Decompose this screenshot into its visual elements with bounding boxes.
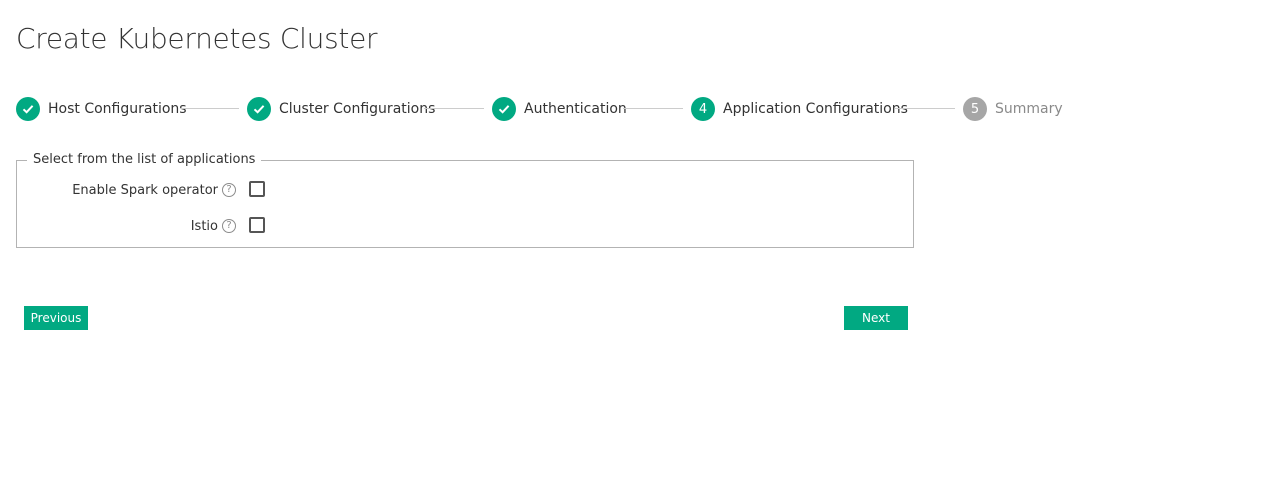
- check-icon: [492, 97, 516, 121]
- step-label: Host Configurations: [48, 101, 187, 117]
- help-icon[interactable]: ?: [222, 183, 236, 197]
- step-connector: [895, 108, 955, 109]
- option-row-istio: Istio ?: [17, 217, 277, 239]
- step-label: Application Configurations: [723, 101, 908, 117]
- step-label: Summary: [995, 101, 1063, 117]
- istio-checkbox[interactable]: [249, 217, 265, 233]
- step-connector: [623, 108, 683, 109]
- option-label: Enable Spark operator: [72, 183, 218, 198]
- step-host-configurations[interactable]: Host Configurations: [16, 96, 187, 122]
- applications-fieldset: Select from the list of applications Ena…: [16, 152, 914, 248]
- step-label: Cluster Configurations: [279, 101, 436, 117]
- step-connector: [180, 108, 239, 109]
- step-number-badge: 5: [963, 97, 987, 121]
- wizard-stepper: Host Configurations Cluster Configuratio…: [16, 96, 1116, 122]
- check-icon: [16, 97, 40, 121]
- option-label: Istio: [190, 219, 218, 234]
- next-button[interactable]: Next: [844, 306, 908, 330]
- step-number-badge: 4: [691, 97, 715, 121]
- check-icon: [247, 97, 271, 121]
- step-application-configurations[interactable]: 4 Application Configurations: [691, 96, 908, 122]
- previous-button[interactable]: Previous: [24, 306, 88, 330]
- step-label: Authentication: [524, 101, 627, 117]
- help-icon[interactable]: ?: [222, 219, 236, 233]
- step-authentication[interactable]: Authentication: [492, 96, 627, 122]
- option-row-spark-operator: Enable Spark operator ?: [17, 181, 277, 203]
- step-cluster-configurations[interactable]: Cluster Configurations: [247, 96, 435, 122]
- spark-operator-checkbox[interactable]: [249, 181, 265, 197]
- page-title: Create Kubernetes Cluster: [16, 22, 378, 55]
- step-connector: [424, 108, 484, 109]
- step-summary[interactable]: 5 Summary: [963, 96, 1063, 122]
- applications-legend: Select from the list of applications: [27, 152, 262, 167]
